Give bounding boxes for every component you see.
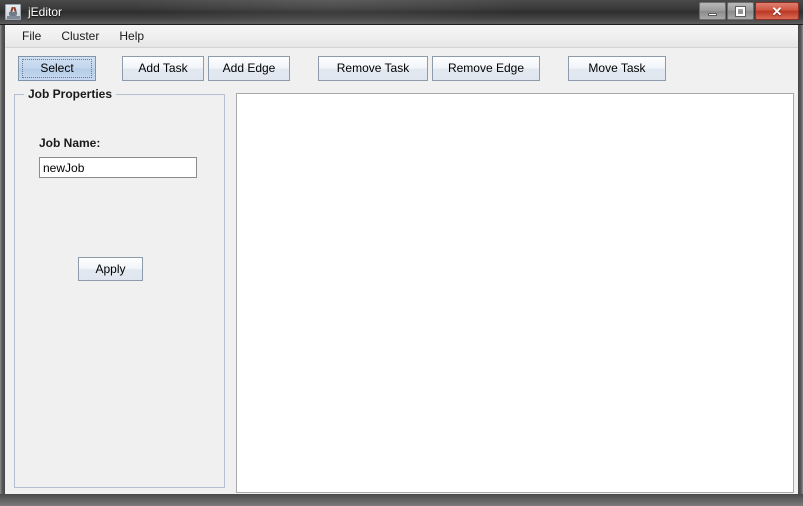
close-icon: ✕	[771, 3, 783, 19]
maximize-button[interactable]	[727, 2, 754, 20]
client-area: File Cluster Help Select Add Task Add Ed…	[5, 25, 798, 494]
apply-button[interactable]: Apply	[78, 257, 143, 281]
remove-edge-button-label: Remove Edge	[447, 61, 525, 75]
menu-item-help[interactable]: Help	[110, 27, 153, 45]
remove-task-button[interactable]: Remove Task	[318, 55, 428, 81]
toolbar-group-add: Add Task Add Edge	[122, 54, 290, 82]
add-task-button-label: Add Task	[138, 61, 188, 75]
remove-task-button-label: Remove Task	[336, 61, 410, 75]
maximize-icon	[736, 6, 745, 16]
graph-canvas[interactable]	[236, 93, 794, 493]
toolbar: Select Add Task Add Edge Remove Task Rem…	[5, 49, 798, 87]
menu-item-file[interactable]: File	[13, 27, 50, 45]
title-bar[interactable]: jEditor ✕	[0, 0, 803, 25]
menu-bar: File Cluster Help	[5, 25, 798, 48]
window-title: jEditor	[28, 5, 63, 19]
minimize-button[interactable]	[699, 2, 726, 20]
icon-base	[7, 16, 20, 19]
move-task-button[interactable]: Move Task	[568, 55, 666, 81]
job-properties-groupbox: Job Properties Job Name: Apply	[14, 87, 225, 488]
toolbar-group-remove: Remove Task Remove Edge	[318, 54, 540, 82]
add-edge-button-label: Add Edge	[222, 61, 276, 75]
remove-edge-button[interactable]: Remove Edge	[432, 55, 540, 81]
job-properties-title: Job Properties	[24, 87, 117, 101]
window-controls: ✕	[698, 1, 799, 21]
add-edge-button[interactable]: Add Edge	[208, 55, 290, 81]
java-coffee-cup-icon	[5, 4, 21, 20]
menu-item-cluster[interactable]: Cluster	[52, 27, 108, 45]
close-button[interactable]: ✕	[755, 2, 799, 20]
add-task-button[interactable]: Add Task	[122, 55, 204, 81]
toolbar-group-select: Select	[18, 54, 96, 82]
select-button-label: Select	[40, 61, 74, 75]
properties-pane: Job Properties Job Name: Apply	[5, 87, 233, 494]
minimize-icon	[708, 12, 717, 16]
move-task-button-label: Move Task	[588, 61, 646, 75]
toolbar-group-move: Move Task	[568, 54, 666, 82]
job-name-label: Job Name:	[39, 136, 101, 150]
window-border-right	[798, 25, 803, 506]
window-border-bottom	[0, 494, 803, 506]
select-button[interactable]: Select	[18, 55, 96, 81]
job-name-input[interactable]	[39, 157, 197, 178]
apply-button-label: Apply	[95, 262, 126, 276]
content-area: Job Properties Job Name: Apply	[5, 87, 798, 494]
application-window: jEditor ✕ File Cluster Help Select Add T…	[0, 0, 803, 506]
